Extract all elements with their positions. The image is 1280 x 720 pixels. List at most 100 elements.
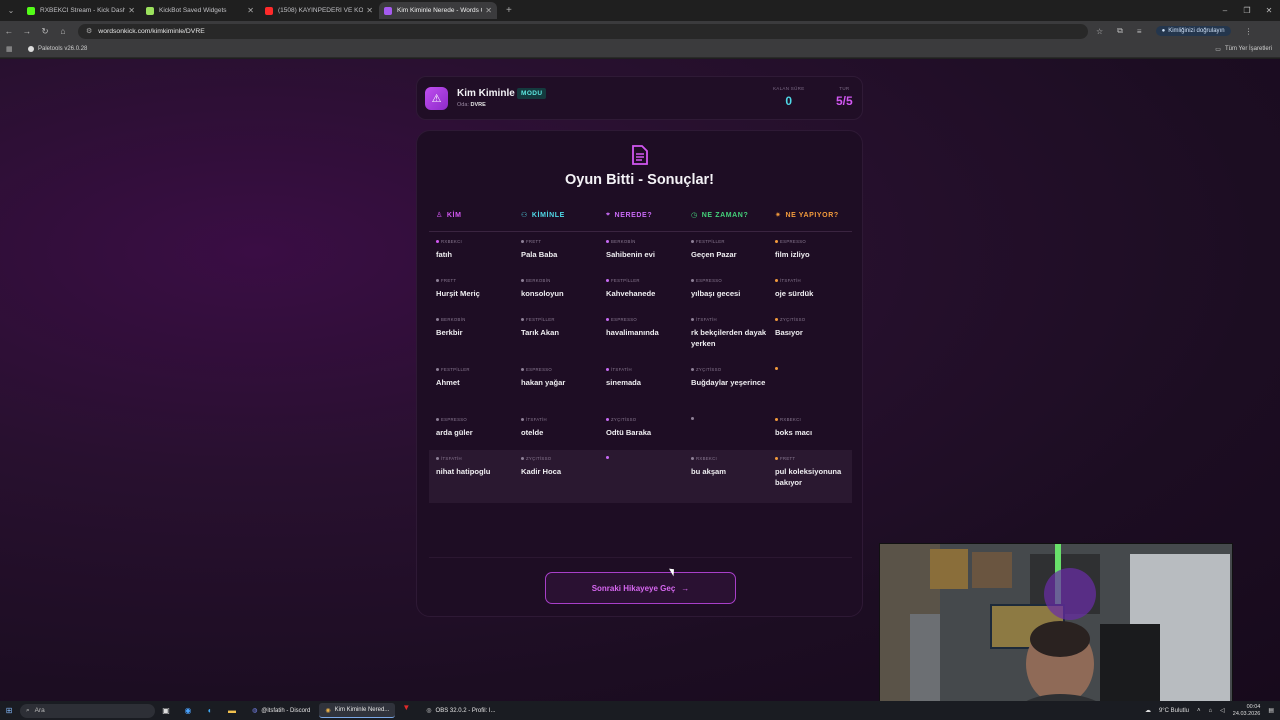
round-label: TUR [839,86,850,91]
verify-identity-button[interactable]: ● Kimliğinizi doğrulayın [1155,26,1231,36]
answer-text: Basıyor [775,328,803,337]
browser-menu-icon[interactable]: ⋮ [1245,27,1253,36]
table-row: FESTPİLLER Ahmet ESPRESSO hakan yağar İTSFAT… [429,367,852,417]
taskbar-app-button[interactable]: ◍ @itsfatih - Discord [246,703,316,718]
answer-cell: FESTPİLLER Ahmet [436,367,516,388]
url-field[interactable]: ⚙ wordsonkick.com/kimkiminle/DVRE [78,23,1088,39]
answer-cell: İTSFATİH otelde [521,417,601,438]
browser-tab[interactable]: RXBEKCI Stream - Kick Dash ✕ [22,2,140,19]
tab-search-icon[interactable]: ⌄ [0,6,22,15]
notifications-icon[interactable]: ▤ [1268,707,1274,714]
player-dot-icon [691,417,694,420]
tab-favicon-icon [27,6,35,15]
player-tag: RXBEKCI [775,417,855,422]
player-tag: FRETT [436,278,516,283]
answer-cell: ESPRESSO film izliyo [775,239,855,260]
player-tag: İTSFATİH [521,417,601,422]
media-icon[interactable]: ≡ [1137,27,1142,36]
document-icon [632,145,648,165]
minimize-icon[interactable]: – [1214,6,1236,15]
tab-close-icon[interactable]: ✕ [366,6,373,15]
tab-title: KickBot Saved Widgets [159,7,227,14]
player-dot-icon [775,318,778,321]
forward-icon[interactable]: → [18,26,36,36]
player-tag: ESPRESSO [436,417,516,422]
browser-tab[interactable]: (1508) KAYINPEDERİ VE KOCASI✕ [260,2,378,19]
extensions-icon[interactable]: ⧉ [1117,26,1123,36]
footer-divider [429,557,852,558]
column-label: NEREDE? [614,211,653,219]
player-name: FESTPİLLER [526,317,555,322]
taskbar-search[interactable]: ⌕ Ara [20,703,155,718]
column-icon: ♙ [436,212,443,219]
task-view-icon[interactable]: ▣ [155,706,177,715]
close-window-icon[interactable]: ✕ [1258,6,1280,15]
answer-text: arda güler [436,428,473,437]
webcam-image [880,544,1232,701]
reload-icon[interactable]: ↻ [36,26,54,37]
tab-favicon-icon [146,6,154,15]
answer-cell: FESTPİLLER Geçen Pazar [691,239,771,260]
toolbar-icons: ☆ ⧉ ≡ ● Kimliğinizi doğrulayın ⋮ [1096,26,1253,36]
answer-text: Sahibenin evi [606,250,655,259]
network-icon[interactable]: ⌂ [1209,708,1213,714]
player-dot-icon [606,456,609,459]
column-icon: ⚇ [521,212,528,219]
tab-close-icon[interactable]: ✕ [485,6,492,15]
tab-close-icon[interactable]: ✕ [128,6,135,15]
all-bookmarks[interactable]: ▭ Tüm Yer İşaretleri [1215,46,1272,53]
start-icon[interactable]: ⊞ [0,706,18,715]
player-dot-icon [436,240,439,243]
taskbar-app-button[interactable]: ◎ OBS 32.0.2 - Profil: I... [420,703,501,718]
answer-cell: İTSFATİH oje sürdük [775,278,855,299]
player-tag: İTSFATİH [606,367,686,372]
column-label: KİMİNLE [531,211,565,219]
player-dot-icon [775,367,778,370]
copilot-icon[interactable]: ◉ [177,706,199,715]
player-dot-icon [691,318,694,321]
tab-close-icon[interactable]: ✕ [247,6,254,15]
answer-cell: RXBEKCI fatıh [436,239,516,260]
player-tag: RXBEKCI [436,239,516,244]
player-tag: ESPRESSO [521,367,601,372]
answer-cell: BERKOBİN Berkbir [436,317,516,338]
game-logo-icon: ⚠ [425,87,448,110]
taskbar-apps: ◍ @itsfatih - Discord ◉ Kim Kiminle Nered..… [243,703,502,718]
edge-icon[interactable]: ◐ [199,706,221,715]
maximize-icon[interactable]: ❐ [1236,6,1258,15]
player-dot-icon [606,279,609,282]
back-icon[interactable]: ← [0,26,18,36]
volume-icon[interactable]: ◁ [1220,707,1225,714]
browser-tab-bar: ⌄ RXBEKCI Stream - Kick Dash ✕ KickBot Sav… [0,0,1280,21]
answer-text: film izliyo [775,250,810,259]
next-story-button[interactable]: Sonraki Hikayeye Geç → [545,572,736,604]
new-tab-icon[interactable]: + [506,5,512,16]
column-header: ◷ NE ZAMAN? [691,211,748,220]
tab-favicon-icon [265,6,273,15]
apps-grid-icon[interactable]: ▦ [6,45,24,53]
browser-tab[interactable]: Kim Kiminle Nerede - Words O ✕ [379,2,497,19]
weather-text[interactable]: 9°C Bulutlu [1159,708,1189,714]
answer-text: Tarık Akan [521,328,559,337]
taskbar-app-button[interactable]: ◉ Kim Kiminle Nered... [319,703,396,718]
home-icon[interactable]: ⌂ [54,26,72,36]
app-red-icon[interactable]: ▼ [395,703,417,718]
player-tag: BERKOBİN [606,239,686,244]
site-info-icon[interactable]: ⚙ [86,27,92,35]
player-tag: ZYÇITİSSO [521,456,601,461]
answer-cell: RXBEKCI boks macı [775,417,855,438]
browser-tab[interactable]: KickBot Saved Widgets ✕ [141,2,259,19]
verify-identity-label: Kimliğinizi doğrulayın [1168,28,1225,34]
tray-chevron-icon[interactable]: ˄ [1197,708,1201,714]
player-dot-icon [691,457,694,460]
answer-cell: ZYÇITİSSO Odtü Baraka [606,417,686,438]
file-explorer-icon[interactable]: ▬ [221,706,243,715]
bookmark-star-icon[interactable]: ☆ [1096,27,1103,36]
player-tag: FESTPİLLER [436,367,516,372]
answer-cell: İTSFATİH rk bekçilerden dayak yerken [691,317,771,349]
player-name: RXBEKCI [780,417,801,422]
bookmark-paletools[interactable]: Paletools v26.0.28 [28,46,87,52]
answer-text: sinemada [606,378,642,387]
player-name: FESTPİLLER [611,278,640,283]
clock[interactable]: 00:04 24.03.2026 [1233,704,1261,718]
